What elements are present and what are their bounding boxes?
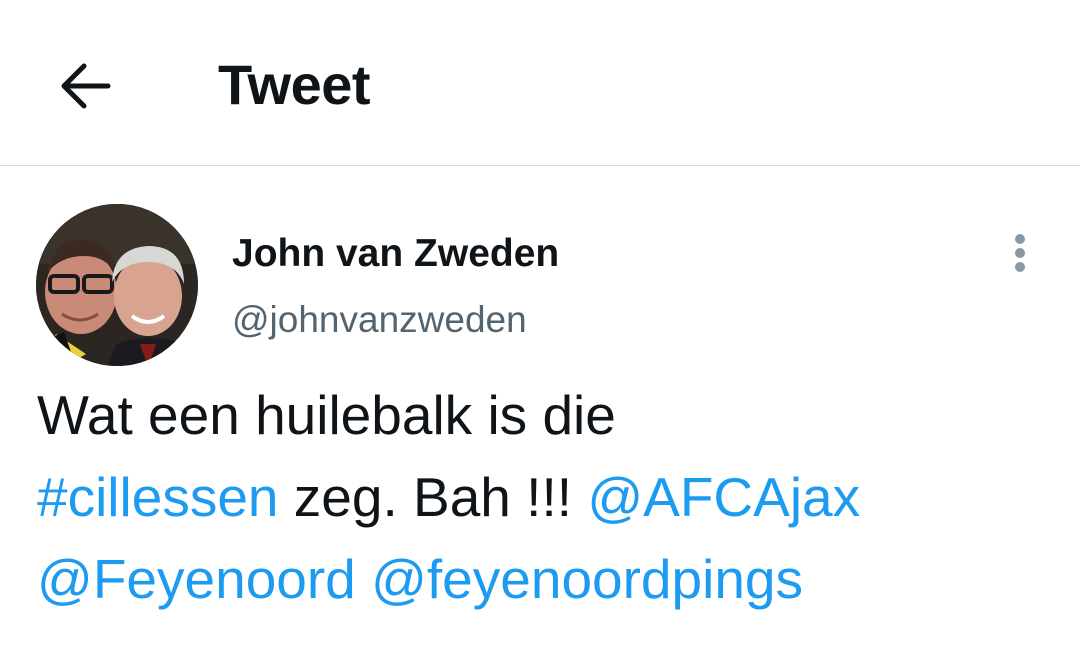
more-vertical-icon-dot <box>1015 262 1025 272</box>
more-vertical-icon-dot <box>1015 248 1025 258</box>
page-title: Tweet <box>218 53 371 116</box>
avatar[interactable] <box>36 204 198 366</box>
author-display-name[interactable]: John van Zweden <box>232 230 559 278</box>
tweet-line-2: #cillessen zeg. Bah !!! @AFCAjax <box>37 456 1047 538</box>
tweet-line-1: Wat een huilebalk is die <box>37 384 616 446</box>
author-handle[interactable]: @johnvanzweden <box>232 297 527 343</box>
mention-link-afcajax[interactable]: @AFCAjax <box>587 466 860 528</box>
more-options-button[interactable] <box>1000 228 1040 278</box>
hashtag-link[interactable]: #cillessen <box>37 466 279 528</box>
tweet-text-segment: zeg. Bah !!! <box>278 466 588 528</box>
tweet-line-3: @Feyenoord @feyenoordpings <box>37 538 1047 620</box>
more-vertical-icon <box>1015 234 1025 244</box>
mention-link-feyenoord[interactable]: @Feyenoord <box>37 548 356 610</box>
arrow-left-icon <box>61 63 111 109</box>
tweet-body: Wat een huilebalk is die #cillessen zeg.… <box>37 374 1047 620</box>
tweet-text-space <box>356 548 371 610</box>
top-bar: Tweet <box>0 0 1080 166</box>
back-button[interactable] <box>52 52 118 118</box>
mention-link-feyenoordpings[interactable]: @feyenoordpings <box>371 548 803 610</box>
profile-photo <box>36 204 198 366</box>
